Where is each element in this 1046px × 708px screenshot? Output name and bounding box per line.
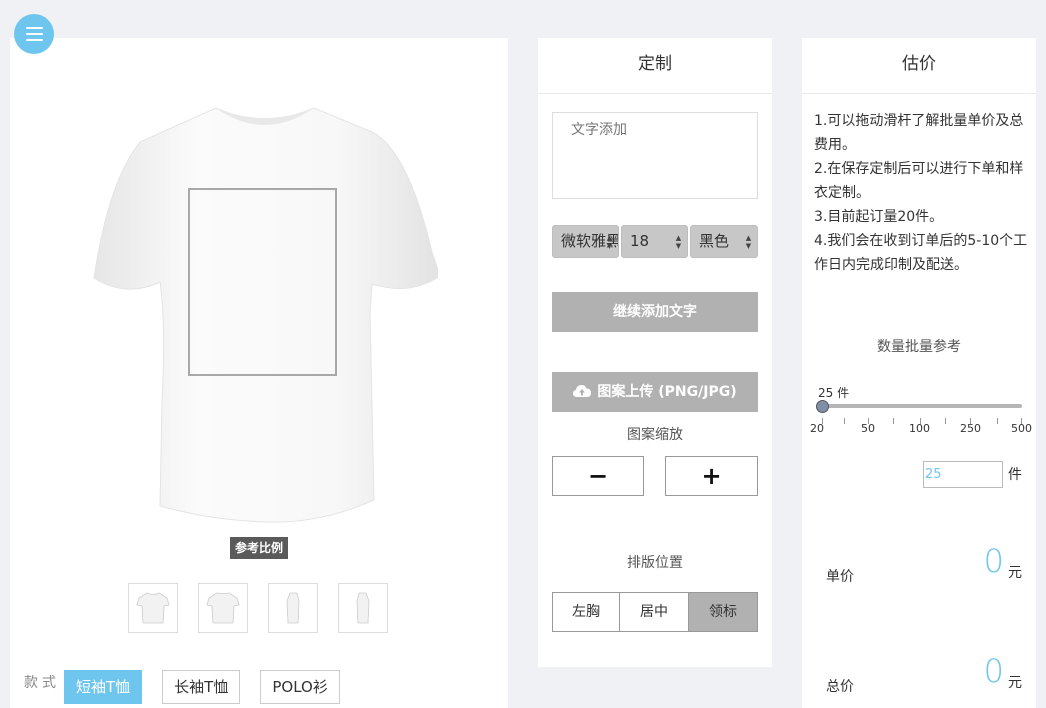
preview-panel: 参考比例 款式 短袖T恤 长袖T恤 POLO衫 (10, 38, 508, 708)
size-select-value: 18 (630, 232, 650, 250)
print-area[interactable] (188, 188, 337, 376)
color-select-value: 黑色 (699, 232, 730, 250)
position-left-chest-button[interactable]: 左胸 (552, 592, 620, 632)
total-price-label: 总价 (826, 679, 854, 695)
select-arrows-icon: ▲ ▼ (606, 234, 613, 250)
text-input[interactable] (552, 112, 758, 199)
cloud-upload-icon (573, 385, 592, 397)
scale-up-button[interactable]: + (665, 456, 758, 496)
thumbnail-front[interactable] (128, 583, 178, 633)
quantity-unit: 件 (1008, 467, 1022, 483)
scale-down-button[interactable]: − (552, 456, 644, 496)
size-select[interactable]: 18 ▲ ▼ (621, 225, 688, 258)
total-price-currency: 元 (1008, 675, 1022, 691)
style-short-sleeve-button[interactable]: 短袖T恤 (64, 670, 143, 704)
text-style-selects: 微软雅黑 ▲ ▼ 18 ▲ ▼ 黑色 ▲ ▼ (552, 225, 758, 258)
select-arrows-icon: ▲ ▼ (675, 234, 682, 250)
position-options: 左胸 居中 领标 (552, 592, 758, 632)
style-options: 短袖T恤 长袖T恤 POLO衫 (64, 670, 340, 704)
position-center-button[interactable]: 居中 (619, 592, 689, 632)
customize-title: 定制 (538, 38, 772, 94)
note-item: 2.在保存定制后可以进行下单和样衣定制。 (814, 161, 1024, 201)
quantity-reference-label: 数量批量参考 (877, 339, 961, 355)
style-polo-button[interactable]: POLO衫 (260, 670, 340, 704)
style-long-sleeve-button[interactable]: 长袖T恤 (162, 670, 241, 704)
unit-price-label: 单价 (826, 569, 854, 585)
unit-price-currency: 元 (1008, 565, 1022, 581)
slider-value-label: 25 件 (818, 386, 850, 400)
upload-pattern-button[interactable]: 图案上传 (PNG/JPG) (552, 372, 758, 412)
customize-panel: 定制 微软雅黑 ▲▼ 18 ▲▼ 黑色 ▲▼ 继续添加文字 图案上传 (PNG/… (538, 38, 772, 667)
page-scrollbar[interactable] (1036, 0, 1046, 708)
estimate-notes: 1.可以拖动滑杆了解批量单价及总费用。 2.在保存定制后可以进行下单和样衣定制。… (814, 109, 1028, 277)
note-item: 4.我们会在收到订单后的5-10个工作日内完成印制及配送。 (814, 233, 1028, 273)
quantity-slider-handle[interactable] (816, 400, 829, 413)
estimate-panel: 估价 1.可以拖动滑杆了解批量单价及总费用。 2.在保存定制后可以进行下单和样衣… (802, 38, 1036, 708)
note-item: 1.可以拖动滑杆了解批量单价及总费用。 (814, 113, 1024, 153)
add-text-button[interactable]: 继续添加文字 (552, 292, 758, 332)
tick-label: 50 (861, 422, 875, 435)
select-arrows-icon: ▲ ▼ (745, 234, 752, 250)
upload-button-label: 图案上传 (PNG/JPG) (597, 384, 737, 400)
tick-label: 250 (960, 422, 981, 435)
estimate-title: 估价 (802, 38, 1036, 94)
unit-price-value: 0 (983, 542, 1004, 580)
reference-scale-label: 参考比例 (230, 537, 289, 559)
tick-label: 100 (909, 422, 930, 435)
quantity-slider-track[interactable] (822, 404, 1022, 408)
thumbnail-left-side[interactable] (268, 583, 318, 633)
position-label: 排版位置 (627, 555, 683, 571)
hamburger-menu-icon[interactable] (14, 14, 54, 54)
thumbnail-right-side[interactable] (338, 583, 388, 633)
tick-label: 500 (1011, 422, 1032, 435)
view-thumbnails (128, 583, 388, 633)
thumbnail-back[interactable] (198, 583, 248, 633)
color-select[interactable]: 黑色 ▲ ▼ (690, 225, 758, 258)
position-label-tag-button[interactable]: 领标 (688, 592, 758, 632)
tick-label: 20 (810, 422, 824, 435)
total-price-value: 0 (983, 652, 1004, 690)
quantity-input[interactable] (923, 461, 1003, 488)
font-select[interactable]: 微软雅黑 ▲ ▼ (552, 225, 619, 258)
note-item: 3.目前起订量20件。 (814, 209, 944, 225)
scale-label: 图案缩放 (627, 427, 683, 443)
style-label: 款式 (24, 675, 60, 691)
